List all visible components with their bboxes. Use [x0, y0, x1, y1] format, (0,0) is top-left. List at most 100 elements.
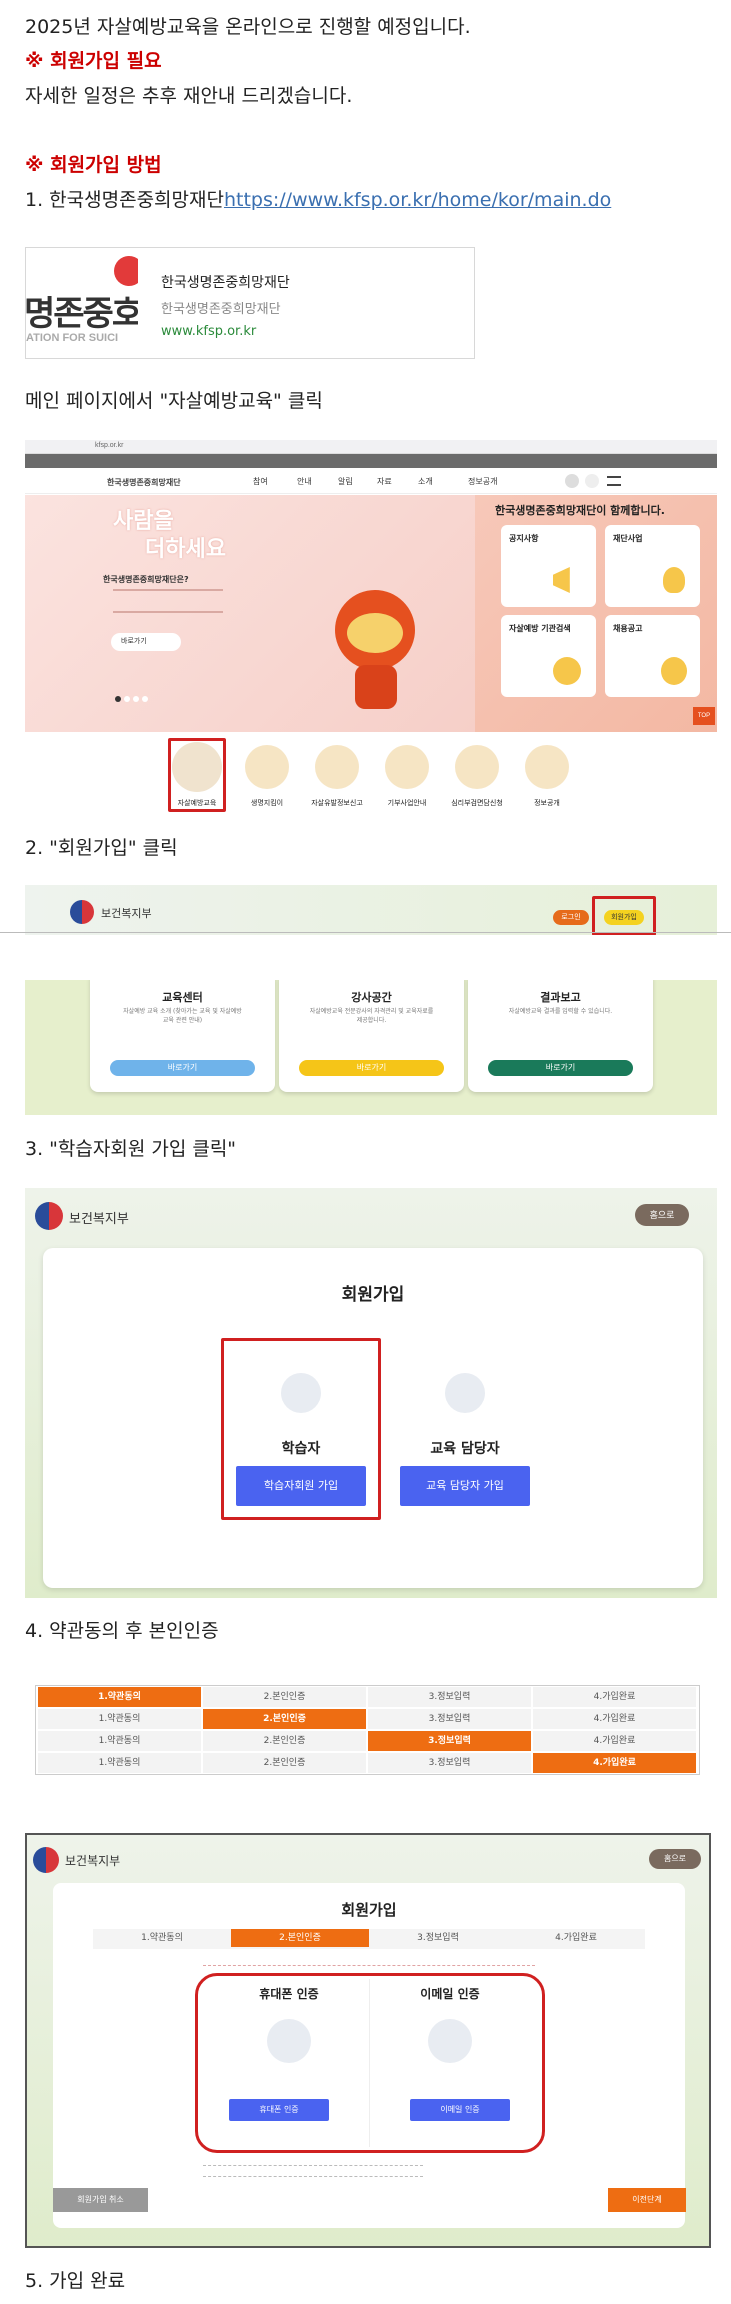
site-header: 한국생명존중희망재단 참여 안내 알림 자료 소개 정보공개 — [25, 468, 717, 494]
home-button[interactable]: 홈으로 — [635, 1204, 689, 1226]
building-icon — [445, 1373, 485, 1413]
notice-line — [203, 1965, 535, 1969]
hero-pager[interactable] — [115, 687, 185, 702]
card-projects[interactable]: 재단사업 — [605, 525, 700, 607]
step-1-line: 1. 한국생명존중희망재단https://www.kfsp.or.kr/home… — [25, 187, 611, 213]
step-1-label: 1. 한국생명존중희망재단 — [25, 189, 224, 211]
kfsp-link[interactable]: https://www.kfsp.or.kr/home/kor/main.do — [224, 189, 611, 211]
step-cell: 4.가입완료 — [533, 1709, 696, 1729]
disclosure-icon[interactable] — [525, 745, 569, 789]
top-button[interactable]: TOP — [693, 707, 715, 725]
ministry-logo-icon — [70, 900, 94, 924]
go-button[interactable]: 바로가기 — [488, 1060, 633, 1076]
step-cell: 3.정보입력 — [368, 1709, 531, 1729]
screenshot-step-progress: 1.약관동의 2.본인인증 3.정보입력 4.가입완료 1.약관동의 2.본인인증 3.정보… — [35, 1685, 700, 1775]
step-5-caption: 5. 가입 완료 — [25, 2270, 126, 2292]
go-button[interactable]: 바로가기 — [110, 1060, 255, 1076]
quick-label[interactable]: 심리부검면담신청 — [437, 798, 517, 808]
menu-icon[interactable] — [607, 476, 621, 486]
step-cell: 2.본인인증 — [203, 1731, 366, 1751]
highlight-ellipse — [195, 1973, 545, 2153]
step-cell: 3.정보입력 — [368, 1753, 531, 1773]
lang-icon[interactable] — [565, 474, 579, 488]
quick-label[interactable]: 자살유발정보신고 — [297, 798, 377, 808]
screenshot-kfsp-home: kfsp.or.kr 한국생명존중희망재단 참여 안내 알림 자료 소개 정보공… — [25, 440, 717, 815]
go-button[interactable]: 바로가기 — [299, 1060, 444, 1076]
screenshot-service-columns: 교육센터 자살예방 교육 소개 (찾아가는 교육 및 자살예방 교육 관련 안내… — [25, 980, 717, 1115]
address-bar: kfsp.or.kr — [95, 442, 124, 449]
column-result-report: 결과보고 자살예방교육 결과를 입력할 수 있습니다. 바로가기 — [468, 980, 653, 1092]
top-strip — [25, 454, 717, 468]
ministry-logo-icon — [33, 1847, 59, 1873]
step-cell-active: 4.가입완료 — [533, 1753, 696, 1773]
quick-label[interactable]: 생명지킴이 — [232, 798, 302, 808]
browser-bar: kfsp.or.kr — [25, 440, 717, 454]
step-item: 1.약관동의 — [141, 1933, 183, 1943]
step-item-active: 2.본인인증 — [231, 1929, 369, 1947]
manager-label: 교육 담당자 — [430, 1441, 500, 1457]
ministry-logo-icon — [35, 1202, 63, 1230]
signup-panel: 회원가입 학습자 학습자회원 가입 교육 담당자 교육 담당자 가입 — [43, 1248, 703, 1588]
step-cell: 4.가입완료 — [533, 1687, 696, 1707]
card-agency-search[interactable]: 자살예방 기관검색 — [501, 615, 596, 697]
signup-required-notice: ※ 회원가입 필요 — [25, 50, 162, 72]
autopsy-icon[interactable] — [455, 745, 499, 789]
nav-item[interactable]: 소개 — [418, 476, 433, 487]
logo-subtext: ATION FOR SUICI — [26, 332, 119, 344]
notice-text-lines — [203, 2165, 423, 2177]
hero-more-button[interactable]: 바로가기 — [111, 633, 181, 651]
nav-item[interactable]: 안내 — [297, 476, 312, 487]
card-notice[interactable]: 공지사항 — [501, 525, 596, 607]
step-cell: 4.가입완료 — [533, 1731, 696, 1751]
step-cell-active: 2.본인인증 — [203, 1709, 366, 1729]
quick-label[interactable]: 기부사업안내 — [372, 798, 442, 808]
link-preview-card[interactable]: 명존중호 ATION FOR SUICI 한국생명존중희망재단 한국생명존중희망… — [25, 247, 475, 359]
login-button[interactable]: 로그인 — [553, 910, 589, 925]
intro-line-1: 2025년 자살예방교육을 온라인으로 진행할 예정입니다. — [25, 16, 471, 38]
step-2-caption: 2. "회원가입" 클릭 — [25, 837, 178, 859]
step-cell: 3.정보입력 — [368, 1687, 531, 1707]
cancel-signup-button[interactable]: 회원가입 취소 — [53, 2188, 148, 2212]
card-label: 자살예방 기관검색 — [509, 624, 571, 633]
column-education-center: 교육센터 자살예방 교육 소개 (찾아가는 교육 및 자살예방 교육 관련 안내… — [90, 980, 275, 1092]
home-button[interactable]: 홈으로 — [649, 1849, 701, 1869]
card-label: 재단사업 — [613, 534, 643, 543]
hero-question: 한국생명존중희망재단은? — [103, 575, 189, 584]
column-title: 강사공간 — [351, 991, 392, 1004]
screenshot-header-join: 보건복지부 로그인 회원가입 — [25, 885, 717, 935]
column-instructor-space: 강사공간 자살예방교육 전문강사의 자격관리 및 교육자료를 제공합니다. 바로… — [279, 980, 464, 1092]
nav-item[interactable]: 참여 — [253, 476, 268, 487]
quick-label[interactable]: 정보공개 — [512, 798, 582, 808]
site-logo[interactable]: 한국생명존중희망재단 — [107, 477, 181, 488]
nav-item[interactable]: 정보공개 — [468, 476, 497, 487]
kfsp-logo: 명존중호 ATION FOR SUICI — [26, 248, 138, 358]
highlight-box — [221, 1338, 381, 1520]
prev-step-button[interactable]: 이전단계 — [608, 2188, 686, 2212]
column-desc: 자살예방 교육 소개 (찾아가는 교육 및 자살예방 교육 관련 안내) — [123, 1008, 242, 1024]
card-recruit[interactable]: 채용공고 — [605, 615, 700, 697]
column-title: 결과보고 — [540, 991, 581, 1004]
donation-icon[interactable] — [385, 745, 429, 789]
step-cell-active: 1.약관동의 — [38, 1687, 201, 1707]
person-icon — [661, 657, 687, 685]
step-item: 3.정보입력 — [417, 1933, 459, 1943]
nav-item[interactable]: 알림 — [338, 476, 353, 487]
highlight-box — [592, 896, 656, 935]
card-label: 채용공고 — [613, 624, 643, 633]
step-item: 4.가입완료 — [555, 1933, 597, 1943]
gatekeeper-icon[interactable] — [245, 745, 289, 789]
search-icon[interactable] — [585, 474, 599, 488]
nav-item[interactable]: 자료 — [377, 476, 392, 487]
megaphone-icon — [553, 567, 570, 593]
ministry-name: 보건복지부 — [101, 908, 152, 920]
mascot-body — [355, 665, 397, 709]
manager-join-button[interactable]: 교육 담당자 가입 — [400, 1466, 530, 1506]
report-icon[interactable] — [315, 745, 359, 789]
hero-line-2: 더하세요 — [145, 537, 226, 562]
step-cell-active: 3.정보입력 — [368, 1731, 531, 1751]
hero-banner: 사람을 더하세요 한국생명존중희망재단은? 바로가기 — [25, 495, 475, 732]
highlight-box — [168, 738, 226, 812]
signup-method-heading: ※ 회원가입 방법 — [25, 154, 162, 176]
screenshot-verification: 보건복지부 홈으로 회원가입 1.약관동의 2.본인인증 3.정보입력 4.가입… — [25, 1833, 711, 2248]
column-desc: 자살예방교육 결과를 입력할 수 있습니다. — [508, 1008, 613, 1015]
